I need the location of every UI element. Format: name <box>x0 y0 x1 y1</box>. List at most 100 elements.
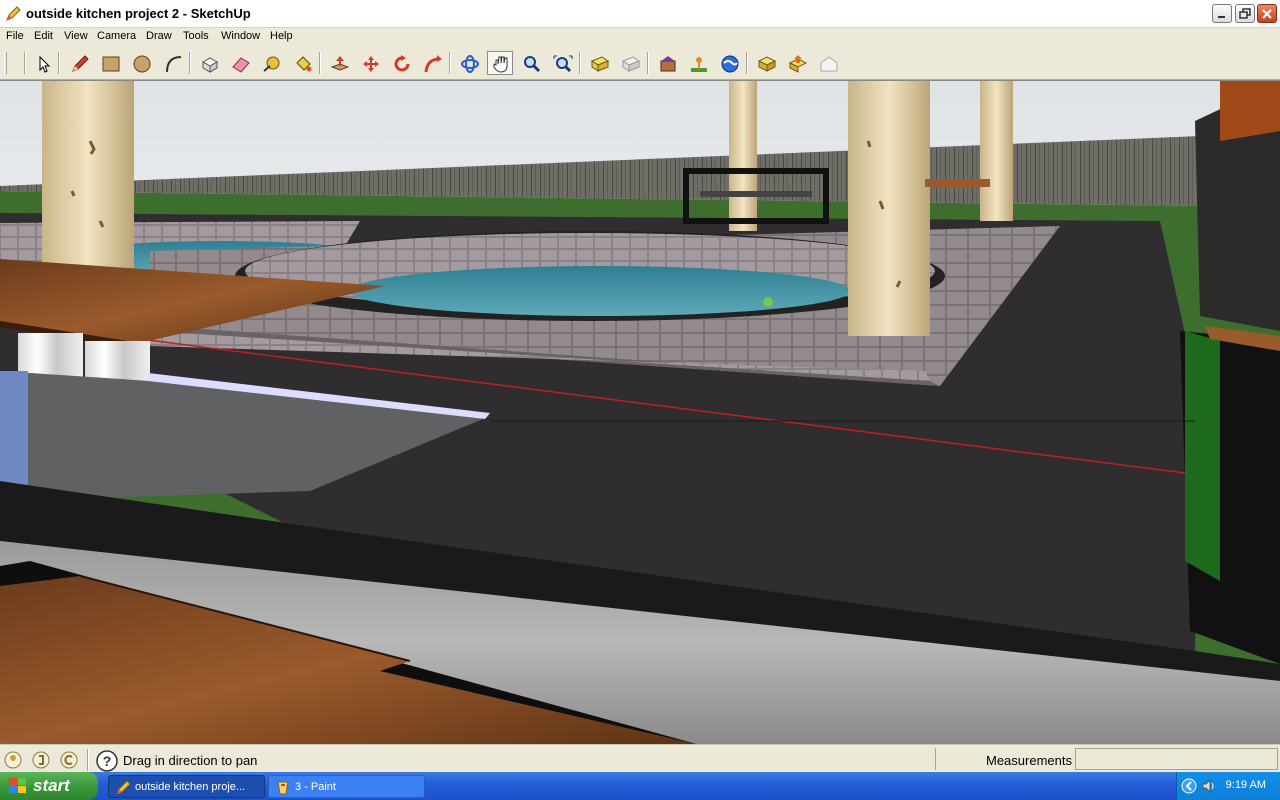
previous-view-icon <box>590 56 610 72</box>
next-view-icon <box>621 56 641 72</box>
component-icon <box>201 57 219 73</box>
taskbar: start outside kitchen proje... 3 - Paint… <box>0 772 1280 800</box>
get-models-icon <box>757 56 777 72</box>
toolbar <box>0 46 1280 80</box>
credits-icon[interactable] <box>32 751 50 769</box>
next-view-tool[interactable] <box>617 51 643 75</box>
make-component-tool[interactable] <box>196 51 222 75</box>
toolbar-separator <box>647 52 649 74</box>
task-sketchup[interactable]: outside kitchen proje... <box>108 775 265 798</box>
3d-warehouse-tool[interactable] <box>654 51 680 75</box>
task-paint[interactable]: 3 - Paint <box>268 775 425 798</box>
rectangle-icon <box>102 56 120 72</box>
info-icon[interactable] <box>60 751 78 769</box>
measurements-input[interactable] <box>1075 748 1278 770</box>
title-bar: outside kitchen project 2 - SketchUp <box>0 0 1280 28</box>
statusbar-separator <box>87 749 89 771</box>
menu-draw[interactable]: Draw <box>146 30 172 42</box>
menu-bar: File Edit View Camera Draw Tools Window … <box>0 28 1280 46</box>
orbit-icon <box>461 55 479 73</box>
circle-tool[interactable] <box>128 51 154 75</box>
minimize-icon <box>1218 16 1225 18</box>
menu-tools[interactable]: Tools <box>183 30 209 42</box>
zoom-extents-icon <box>553 55 573 73</box>
clock: 9:19 AM <box>1225 779 1266 791</box>
minimize-button[interactable] <box>1212 4 1232 23</box>
add-location-tool[interactable] <box>685 51 711 75</box>
previous-view-tool[interactable] <box>586 51 612 75</box>
arrow-cursor-icon <box>39 55 51 73</box>
push-pull-icon <box>330 56 350 71</box>
follow-me-icon <box>424 55 442 73</box>
eraser-icon <box>232 57 250 73</box>
magnifier-icon <box>524 56 541 73</box>
scene-render <box>0 81 1280 744</box>
start-label: start <box>33 776 70 795</box>
task-label: 3 - Paint <box>295 781 336 793</box>
status-bar: ? Drag in direction to pan Measurements <box>0 744 1280 772</box>
restore-button[interactable] <box>1235 4 1255 23</box>
drawing-viewport[interactable] <box>0 80 1280 744</box>
zoom-extents-tool[interactable] <box>549 51 575 75</box>
svg-text:?: ? <box>103 753 112 769</box>
close-icon <box>1262 9 1272 19</box>
geo-location-icon[interactable] <box>4 751 22 769</box>
toolbar-separator <box>24 52 26 74</box>
house-icon <box>820 56 838 72</box>
speaker-icon[interactable] <box>1201 778 1217 794</box>
toolbar-separator <box>189 52 191 74</box>
menu-edit[interactable]: Edit <box>34 30 53 42</box>
warehouse-icon <box>660 56 676 72</box>
zoom-tool[interactable] <box>518 51 544 75</box>
menu-view[interactable]: View <box>64 30 88 42</box>
arc-tool[interactable] <box>159 51 185 75</box>
toolbar-separator <box>319 52 321 74</box>
toolbar-separator <box>449 52 451 74</box>
window-title: outside kitchen project 2 - SketchUp <box>26 6 251 21</box>
get-models-tool[interactable] <box>753 51 779 75</box>
menu-window[interactable]: Window <box>221 30 260 42</box>
share-model-tool[interactable] <box>784 51 810 75</box>
hand-icon <box>493 56 508 73</box>
orbit-tool[interactable] <box>456 51 482 75</box>
eraser-tool[interactable] <box>227 51 253 75</box>
toolbar-separator <box>58 52 60 74</box>
close-button[interactable] <box>1257 4 1277 23</box>
sketchup-pencil-icon <box>6 6 21 21</box>
follow-me-tool[interactable] <box>419 51 445 75</box>
task-label: outside kitchen proje... <box>135 781 246 793</box>
rotate-tool[interactable] <box>388 51 414 75</box>
tape-measure-tool[interactable] <box>258 51 284 75</box>
start-button[interactable]: start <box>0 772 98 800</box>
menu-help[interactable]: Help <box>270 30 293 42</box>
paint-bucket-tool[interactable] <box>289 51 315 75</box>
system-tray: 9:19 AM <box>1176 772 1280 800</box>
pan-tool[interactable] <box>487 51 513 75</box>
menu-file[interactable]: File <box>6 30 24 42</box>
toolbar-separator <box>746 52 748 74</box>
tape-measure-icon <box>263 56 280 72</box>
google-earth-tool[interactable] <box>716 51 742 75</box>
circle-icon <box>133 55 151 73</box>
push-pull-tool[interactable] <box>326 51 352 75</box>
paint-bucket-icon <box>296 56 312 72</box>
toolbar-grip[interactable] <box>4 52 7 74</box>
share-model-icon <box>788 55 808 73</box>
paint-icon <box>277 781 289 795</box>
menu-camera[interactable]: Camera <box>97 30 136 42</box>
line-tool[interactable] <box>66 51 92 75</box>
arc-icon <box>166 56 182 73</box>
rectangle-tool[interactable] <box>97 51 123 75</box>
status-hint: Drag in direction to pan <box>123 753 258 768</box>
measurements-label-box: Measurements <box>935 748 1075 770</box>
restore-icon <box>1239 8 1251 19</box>
move-tool[interactable] <box>357 51 383 75</box>
chevron-left-icon[interactable] <box>1181 778 1197 794</box>
location-icon <box>691 57 707 72</box>
component-share-tool[interactable] <box>815 51 841 75</box>
pencil-icon <box>72 55 89 72</box>
windows-logo-icon <box>9 778 26 793</box>
help-icon[interactable]: ? <box>96 750 118 772</box>
toolbar-separator <box>579 52 581 74</box>
select-tool[interactable] <box>29 51 55 75</box>
